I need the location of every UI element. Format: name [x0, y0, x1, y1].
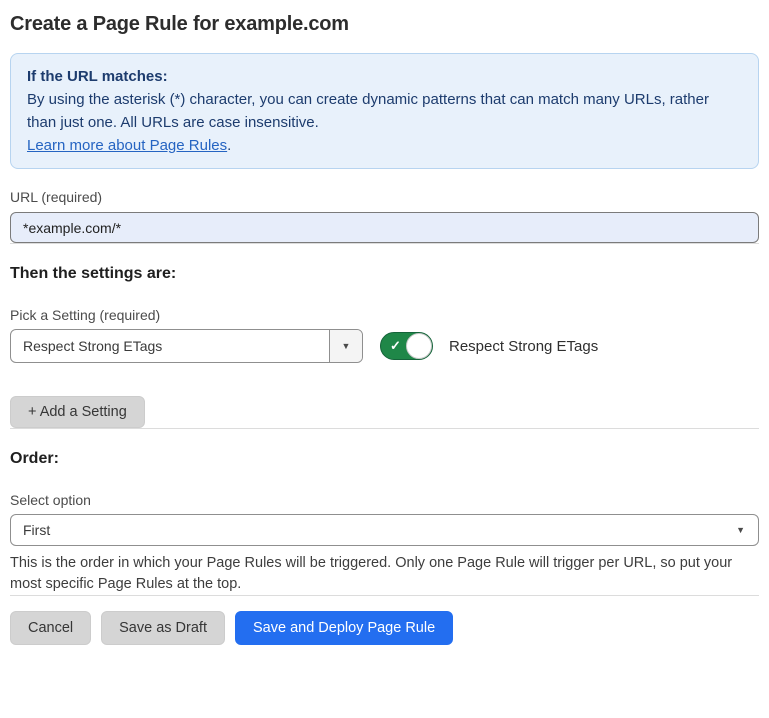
save-draft-button[interactable]: Save as Draft [101, 611, 225, 645]
section-divider [10, 243, 759, 244]
order-section-heading: Order: [10, 450, 759, 468]
info-box-link-line: Learn more about Page Rules. [27, 134, 742, 157]
check-icon: ✓ [390, 338, 401, 354]
pick-setting-label: Pick a Setting (required) [10, 307, 759, 323]
toggle-knob [406, 333, 432, 359]
info-box-body: By using the asterisk (*) character, you… [27, 88, 727, 134]
url-input[interactable] [10, 212, 759, 243]
add-setting-button[interactable]: + Add a Setting [10, 396, 145, 428]
setting-dropdown[interactable]: Respect Strong ETags ▼ [10, 329, 363, 363]
setting-dropdown-button[interactable]: ▼ [329, 330, 362, 362]
section-divider [10, 595, 759, 596]
caret-down-icon: ▼ [342, 342, 351, 351]
save-deploy-button[interactable]: Save and Deploy Page Rule [235, 611, 453, 645]
order-select-label: Select option [10, 492, 759, 508]
setting-dropdown-value: Respect Strong ETags [11, 330, 329, 362]
settings-section-heading: Then the settings are: [10, 265, 759, 283]
page-title: Create a Page Rule for example.com [10, 13, 759, 36]
form-actions: Cancel Save as Draft Save and Deploy Pag… [10, 611, 759, 645]
setting-toggle[interactable]: ✓ [380, 332, 433, 360]
order-select-value: First [23, 522, 50, 538]
url-field-label: URL (required) [10, 189, 759, 205]
section-divider [10, 428, 759, 429]
learn-more-link[interactable]: Learn more about Page Rules [27, 137, 227, 154]
url-match-info-box: If the URL matches: By using the asteris… [10, 53, 759, 169]
caret-down-icon: ▼ [736, 526, 745, 535]
setting-toggle-label: Respect Strong ETags [449, 338, 598, 355]
create-page-rule-form: Create a Page Rule for example.com If th… [0, 0, 769, 645]
info-box-heading: If the URL matches: [27, 65, 742, 88]
link-suffix: . [227, 137, 231, 154]
setting-row: Respect Strong ETags ▼ ✓ Respect Strong … [10, 329, 759, 363]
cancel-button[interactable]: Cancel [10, 611, 91, 645]
order-select[interactable]: First ▼ [10, 514, 759, 546]
order-help-text: This is the order in which your Page Rul… [10, 553, 759, 595]
